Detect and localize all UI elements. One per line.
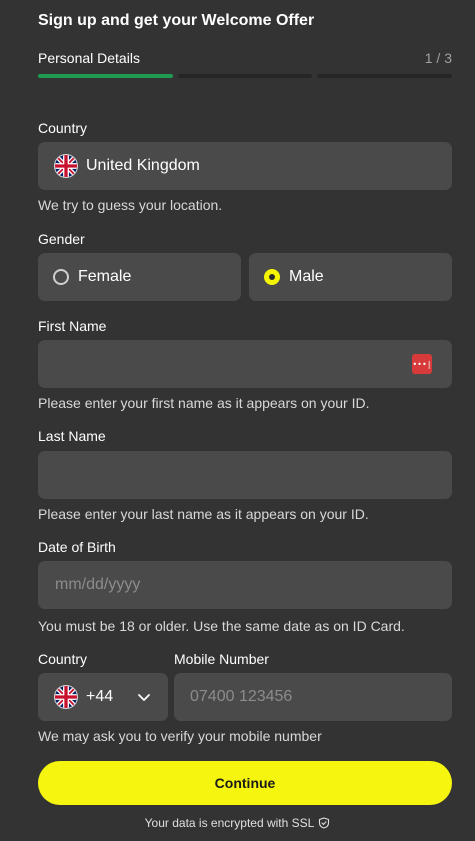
male-radio[interactable]	[264, 269, 280, 285]
first-name-label: First Name	[38, 318, 107, 334]
gender-option-female[interactable]: Female	[38, 253, 241, 301]
chevron-down-icon	[136, 689, 152, 710]
mobile-number-label: Mobile Number	[174, 651, 269, 667]
phone-country-label: Country	[38, 651, 88, 667]
country-select[interactable]: United Kingdom	[38, 142, 452, 190]
dial-code-select[interactable]: +44	[38, 673, 168, 721]
dial-code-value: +44	[86, 688, 114, 705]
ssl-notice: Your data is encrypted with SSL	[0, 816, 475, 832]
uk-flag-icon	[54, 685, 78, 709]
first-name-hint: Please enter your first name as it appea…	[38, 395, 370, 411]
dob-label: Date of Birth	[38, 539, 116, 555]
country-hint: We try to guess your location.	[38, 197, 223, 213]
gender-option-male[interactable]: Male	[249, 253, 452, 301]
dob-input[interactable]: mm/dd/yyyy	[38, 561, 452, 609]
country-label: Country	[38, 120, 88, 136]
last-name-hint: Please enter your last name as it appear…	[38, 506, 369, 522]
dob-hint: You must be 18 or older. Use the same da…	[38, 618, 405, 634]
step-count: 1 / 3	[424, 50, 452, 66]
continue-button[interactable]: Continue	[38, 761, 452, 805]
ssl-text: Your data is encrypted with SSL	[144, 816, 315, 830]
male-label: Male	[289, 268, 324, 285]
gender-label: Gender	[38, 231, 85, 247]
mobile-number-placeholder: 07400 123456	[190, 688, 293, 705]
uk-flag-icon	[54, 154, 78, 178]
progress-segment-2	[177, 74, 313, 78]
progress-segment-3	[317, 74, 453, 78]
continue-label: Continue	[214, 775, 276, 791]
country-value: United Kingdom	[86, 157, 200, 174]
female-label: Female	[78, 268, 132, 285]
dob-placeholder: mm/dd/yyyy	[55, 576, 141, 593]
page-title: Sign up and get your Welcome Offer	[38, 12, 315, 29]
progress-segment-1	[38, 74, 173, 78]
mobile-number-input[interactable]: 07400 123456	[174, 673, 452, 721]
female-radio[interactable]	[53, 269, 69, 285]
phone-hint: We may ask you to verify your mobile num…	[38, 728, 322, 744]
first-name-input[interactable]: •••|	[38, 340, 452, 388]
password-manager-icon[interactable]: •••|	[412, 354, 432, 374]
progress-bar	[38, 74, 453, 78]
step-label: Personal Details	[38, 50, 140, 66]
last-name-input[interactable]	[38, 451, 452, 499]
shield-check-icon	[318, 817, 330, 832]
last-name-label: Last Name	[38, 428, 106, 444]
